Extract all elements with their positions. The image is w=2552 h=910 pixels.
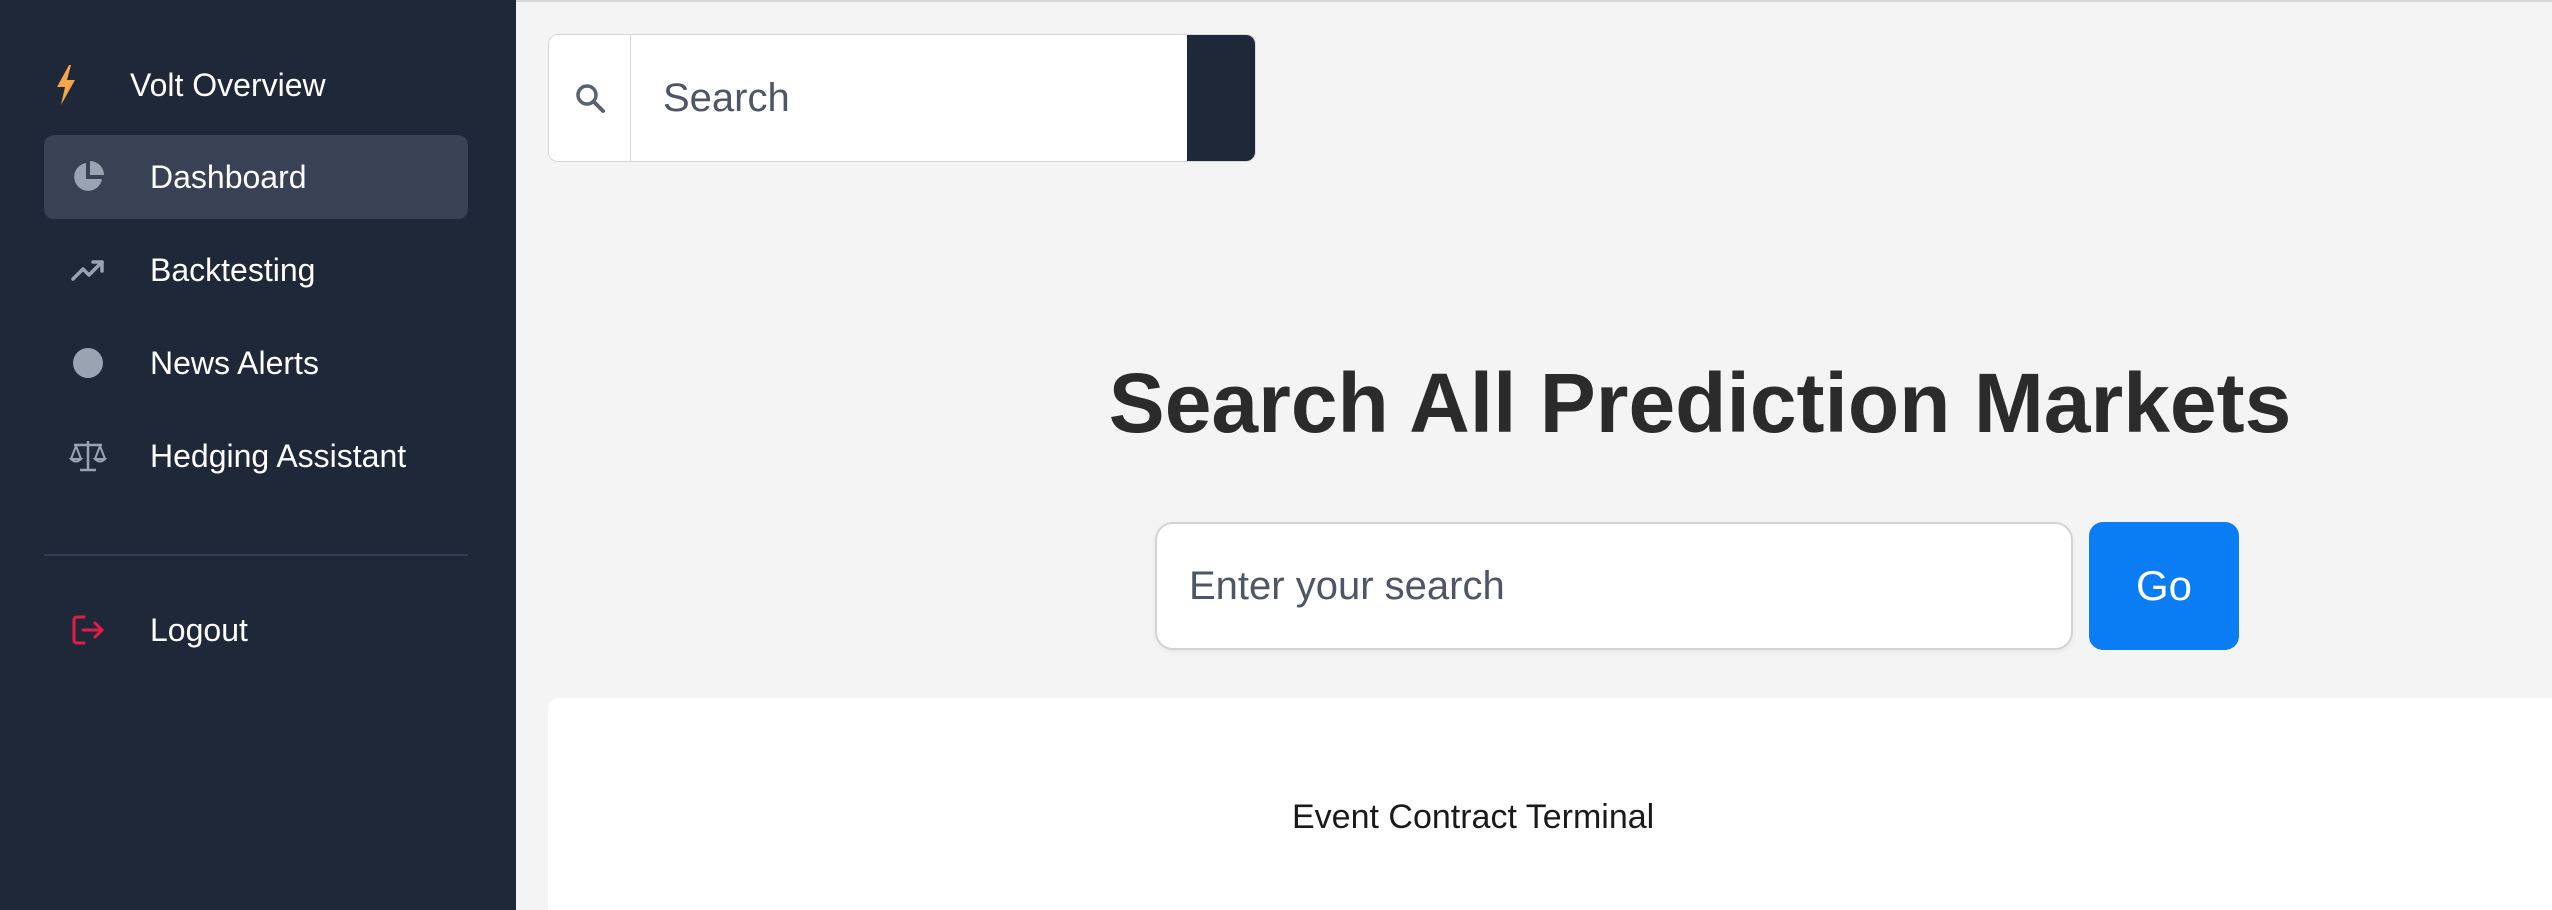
logout-button[interactable]: Logout: [44, 588, 468, 672]
go-button[interactable]: Go: [2089, 522, 2239, 650]
pie-chart-icon: [66, 155, 110, 199]
sidebar-item-dashboard[interactable]: Dashboard: [44, 135, 468, 219]
sidebar-item-label: News Alerts: [150, 344, 319, 381]
top-border: [516, 0, 2552, 2]
top-search-button[interactable]: [1187, 35, 1255, 161]
logout-icon: [66, 608, 110, 652]
sidebar-item-label: Backtesting: [150, 251, 316, 288]
brand[interactable]: Volt Overview: [44, 52, 326, 118]
page-title: Search All Prediction Markets: [1108, 356, 2292, 450]
logout-label: Logout: [150, 611, 248, 648]
search-icon[interactable]: [549, 35, 631, 161]
top-search-input[interactable]: [631, 35, 1187, 161]
sidebar-item-backtesting[interactable]: Backtesting: [44, 228, 468, 312]
sidebar-item-label: Dashboard: [150, 158, 307, 195]
circle-icon: [66, 341, 110, 385]
sidebar-item-news-alerts[interactable]: News Alerts: [44, 321, 468, 405]
sidebar-divider: [44, 554, 468, 556]
bolt-icon: [44, 63, 88, 107]
sidebar: Volt Overview Dashboard Backtesting News…: [0, 0, 516, 910]
sidebar-item-label: Hedging Assistant: [150, 437, 407, 474]
event-contract-card: Event Contract Terminal: [548, 698, 2552, 910]
trending-up-icon: [66, 248, 110, 292]
scale-icon: [66, 434, 110, 478]
card-title: Event Contract Terminal: [1292, 798, 1655, 836]
top-search-bar: [548, 34, 1256, 162]
sidebar-item-hedging-assistant[interactable]: Hedging Assistant: [44, 414, 468, 498]
market-search-input[interactable]: [1155, 522, 2073, 650]
brand-label: Volt Overview: [130, 66, 326, 103]
